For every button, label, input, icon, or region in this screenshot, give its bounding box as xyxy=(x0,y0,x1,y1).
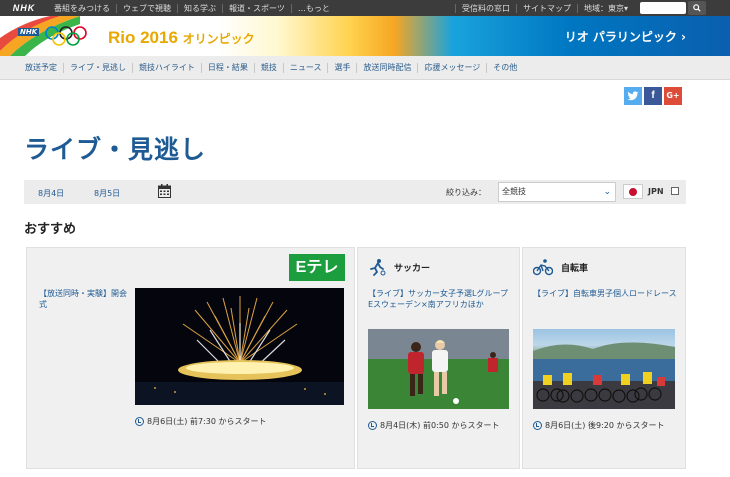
olympic-rings-icon xyxy=(45,26,87,46)
top-link-find-programs[interactable]: 番組をみつける xyxy=(48,4,116,13)
recommend-card-cycling[interactable]: 自転車 【ライブ】自転車男子個人ロードレース 8月6日(土) 後9:20 からス… xyxy=(522,247,686,469)
nav-item-results[interactable]: 日程・結果 xyxy=(200,62,254,73)
card-start-time: 8月6日(土) 前7:30 からスタート xyxy=(135,416,266,427)
nav-item-simulcast[interactable]: 放送同時配信 xyxy=(356,62,417,73)
jpn-filter-checkbox[interactable] xyxy=(671,187,679,195)
nav-item-other[interactable]: その他 xyxy=(486,62,523,73)
japan-flag-icon xyxy=(623,184,643,199)
top-link-more[interactable]: …もっと xyxy=(290,3,336,13)
top-search-input[interactable] xyxy=(640,2,686,14)
search-button[interactable] xyxy=(688,1,706,15)
date-filter-bar: 8月4日 8月5日 絞り込み： 全競技 ⌄ JPN xyxy=(24,180,686,204)
google-plus-share-button[interactable]: G+ xyxy=(664,87,682,105)
date-tab-aug5[interactable]: 8月5日 xyxy=(94,188,120,199)
card-start-time: 8月6日(土) 後9:20 からスタート xyxy=(533,420,664,431)
fireworks-illustration xyxy=(135,296,344,405)
nav-item-schedule[interactable]: 放送予定 xyxy=(19,63,63,73)
sport-header-cycling: 自転車 xyxy=(533,258,588,276)
paralympic-link[interactable]: リオ パラリンピック › xyxy=(565,28,686,45)
rio-2016-title: Rio 2016 オリンピック xyxy=(108,28,255,48)
region-selector[interactable]: 地域：東京▾ xyxy=(576,3,634,13)
rio-title-jp: オリンピック xyxy=(182,32,255,46)
rio-title-text: Rio 2016 xyxy=(108,28,178,47)
nav-item-athletes[interactable]: 選手 xyxy=(327,62,356,73)
nav-item-news[interactable]: ニュース xyxy=(282,62,328,73)
recommend-card-ceremony[interactable]: Eテレ 【放送同時・実験】開会式 8月6日(土) 前7:30 からスタート xyxy=(26,247,355,469)
cycling-race-image[interactable] xyxy=(533,329,675,409)
nhk-top-bar: NHK 番組をみつける ウェブで視聴 知る学ぶ 報道・スポーツ …もっと 受信料… xyxy=(0,0,730,16)
nhk-official-badge: NHK xyxy=(18,28,40,36)
card-time-text: 8月6日(土) 後9:20 からスタート xyxy=(545,421,665,430)
cyclist-icon xyxy=(533,259,553,276)
sport-filter-value: 全競技 xyxy=(502,187,526,196)
ceremony-fireworks-image[interactable] xyxy=(135,288,344,405)
recommend-card-soccer[interactable]: サッカー 【ライブ】サッカー女子予選Lグループ Eスウェーデン×南アフリカほか … xyxy=(357,247,520,469)
card-title-link[interactable]: 【ライブ】自転車男子個人ロードレース xyxy=(533,288,681,299)
page-title: ライブ・見逃し xyxy=(24,135,207,164)
card-start-time: 8月4日(木) 前0:50 からスタート xyxy=(368,420,499,431)
filter-label: 絞り込み： xyxy=(446,188,486,197)
clock-icon xyxy=(135,417,144,426)
card-time-text: 8月6日(土) 前7:30 からスタート xyxy=(147,417,267,426)
jpn-label: JPN xyxy=(648,187,664,196)
card-title-link[interactable]: 【ライブ】サッカー女子予選Lグループ Eスウェーデン×南アフリカほか xyxy=(368,288,513,310)
card-time-text: 8月4日(木) 前0:50 からスタート xyxy=(380,421,500,430)
clock-icon xyxy=(533,421,542,430)
social-share: f G+ xyxy=(624,87,682,105)
soccer-player-icon xyxy=(370,259,386,276)
etele-channel-logo: Eテレ xyxy=(289,254,345,281)
twitter-share-button[interactable] xyxy=(624,87,642,105)
soccer-match-image[interactable] xyxy=(368,329,509,409)
sport-header-soccer: サッカー xyxy=(368,258,430,276)
magnifier-icon xyxy=(693,4,701,12)
sport-filter-select[interactable]: 全競技 ⌄ xyxy=(498,182,616,202)
nav-item-highlights[interactable]: 競技ハイライト xyxy=(132,62,201,73)
nav-item-sports[interactable]: 競技 xyxy=(253,62,283,73)
card-title-link[interactable]: 【放送同時・実験】開会式 xyxy=(39,288,131,310)
top-link-web-watch[interactable]: ウェブで視聴 xyxy=(116,3,177,13)
recommended-heading: おすすめ xyxy=(24,222,77,237)
sport-name-cycling: 自転車 xyxy=(561,263,589,274)
clock-icon xyxy=(368,421,377,430)
top-link-news-sports[interactable]: 報道・スポーツ xyxy=(222,3,291,13)
nav-item-messages[interactable]: 応援メッセージ xyxy=(417,62,486,73)
top-nav: 番組をみつける ウェブで視聴 知る学ぶ 報道・スポーツ …もっと xyxy=(48,3,336,13)
twitter-icon xyxy=(627,91,639,101)
nav-item-live[interactable]: ライブ・見逃し xyxy=(63,62,132,73)
calendar-icon[interactable] xyxy=(158,184,171,198)
main-nav: 放送予定 ライブ・見逃し 競技ハイライト 日程・結果 競技 ニュース 選手 放送… xyxy=(0,56,730,80)
date-tab-aug4[interactable]: 8月4日 xyxy=(38,188,64,199)
facebook-share-button[interactable]: f xyxy=(644,87,662,105)
top-right-links: 受信料の窓口 サイトマップ 地域：東京▾ xyxy=(454,0,634,16)
nhk-logo[interactable]: NHK xyxy=(0,3,48,13)
soccer-illustration xyxy=(368,329,509,409)
top-link-fees[interactable]: 受信料の窓口 xyxy=(454,3,516,13)
sport-name-soccer: サッカー xyxy=(394,263,431,274)
top-link-learn[interactable]: 知る学ぶ xyxy=(177,3,222,13)
rio-banner: NHK Rio 2016 オリンピック リオ パラリンピック › xyxy=(0,16,730,56)
chevron-down-icon: ⌄ xyxy=(603,187,611,197)
cycling-illustration xyxy=(533,342,675,409)
top-link-sitemap[interactable]: サイトマップ xyxy=(515,3,577,13)
